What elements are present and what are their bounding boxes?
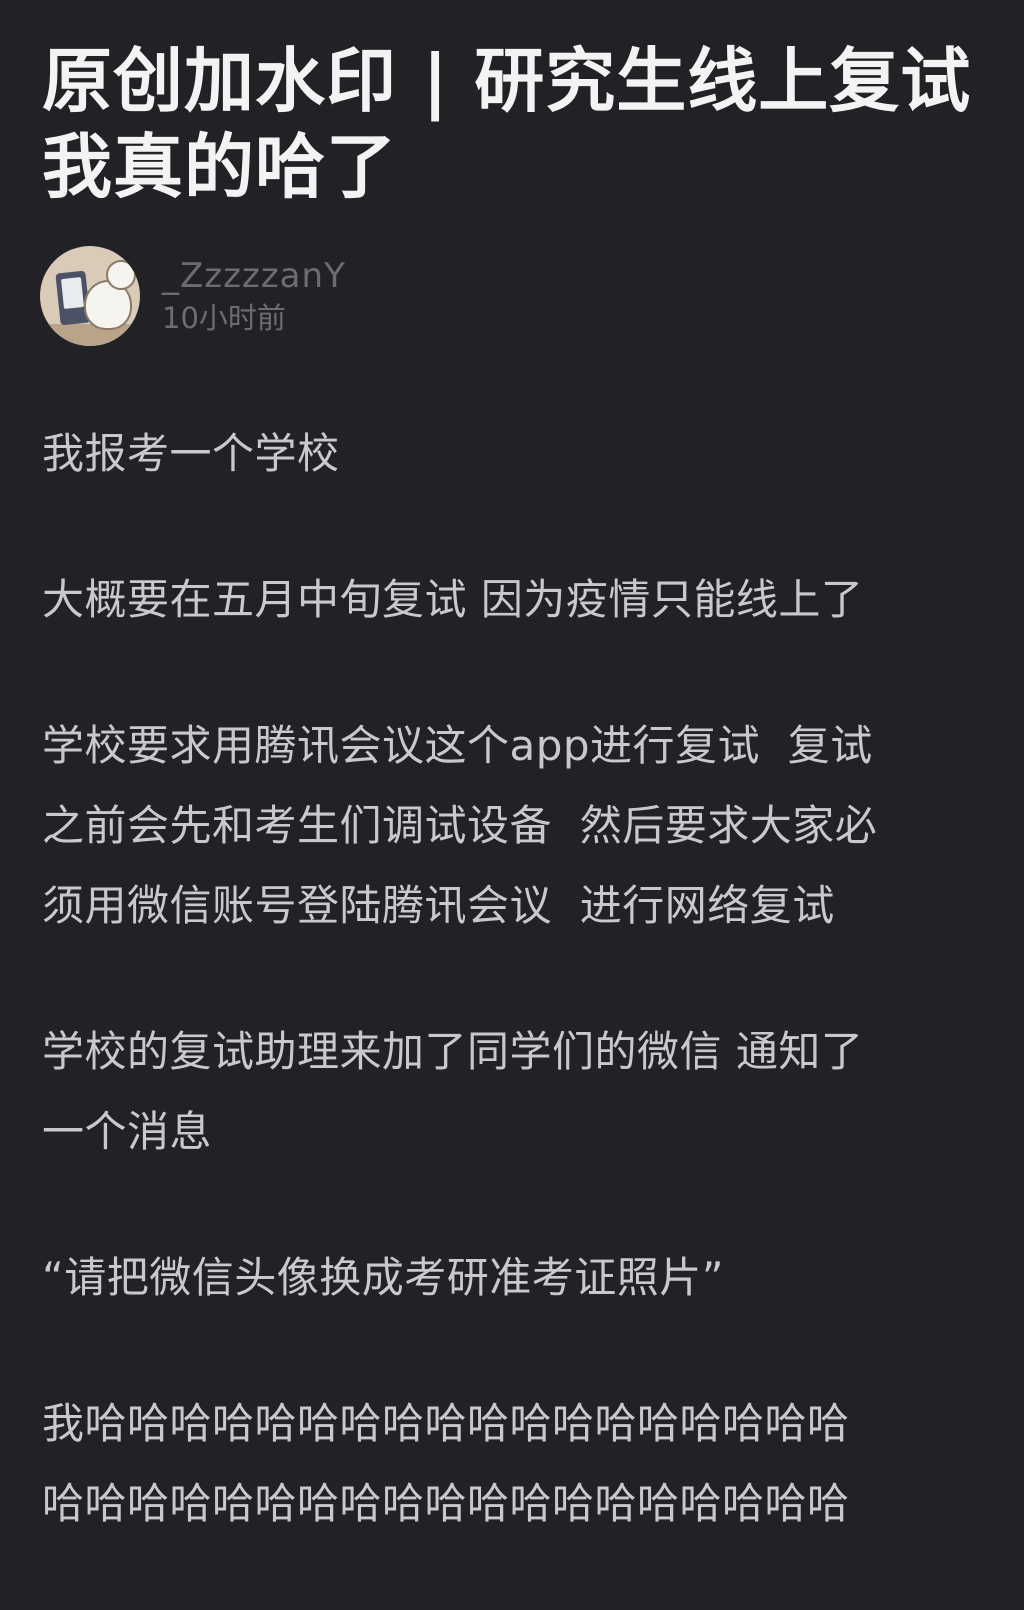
avatar-base [40,324,140,346]
author-username[interactable]: _ZzzzzanY [162,254,346,298]
post-title: 原创加水印 | 研究生线上复试 我真的哈了 [42,40,972,208]
post-paragraph: 学校的复试助理来加了同学们的微信 通知了 一个消息 [42,1027,864,1156]
avatar-character-head-illustration [106,260,136,290]
avatar[interactable] [40,246,140,346]
post-paragraph: 我哈哈哈哈哈哈哈哈哈哈哈哈哈哈哈哈哈哈 哈哈哈哈哈哈哈哈哈哈哈哈哈哈哈哈哈哈哈 [42,1399,850,1528]
post-paragraph: 学校要求用腾讯会议这个app进行复试 复试 之前会先和考生们调试设备 然后要求大… [42,721,878,930]
post-paragraph: 大概要在五月中旬复试 因为疫情只能线上了 [42,575,864,624]
post-timestamp: 10小时前 [162,301,286,335]
post-page: 原创加水印 | 研究生线上复试 我真的哈了 _ZzzzzanY 10小时前 我报… [0,0,1024,1595]
post-paragraph: 我报考一个学校 [42,429,340,478]
author-row[interactable]: _ZzzzzanY 10小时前 [40,246,346,346]
post-paragraph: “请把微信头像换成考研准考证照片” [42,1253,725,1302]
post-body: 我报考一个学校 大概要在五月中旬复试 因为疫情只能线上了 学校要求用腾讯会议这个… [42,414,982,1610]
author-meta: _ZzzzzanY 10小时前 [162,254,346,338]
